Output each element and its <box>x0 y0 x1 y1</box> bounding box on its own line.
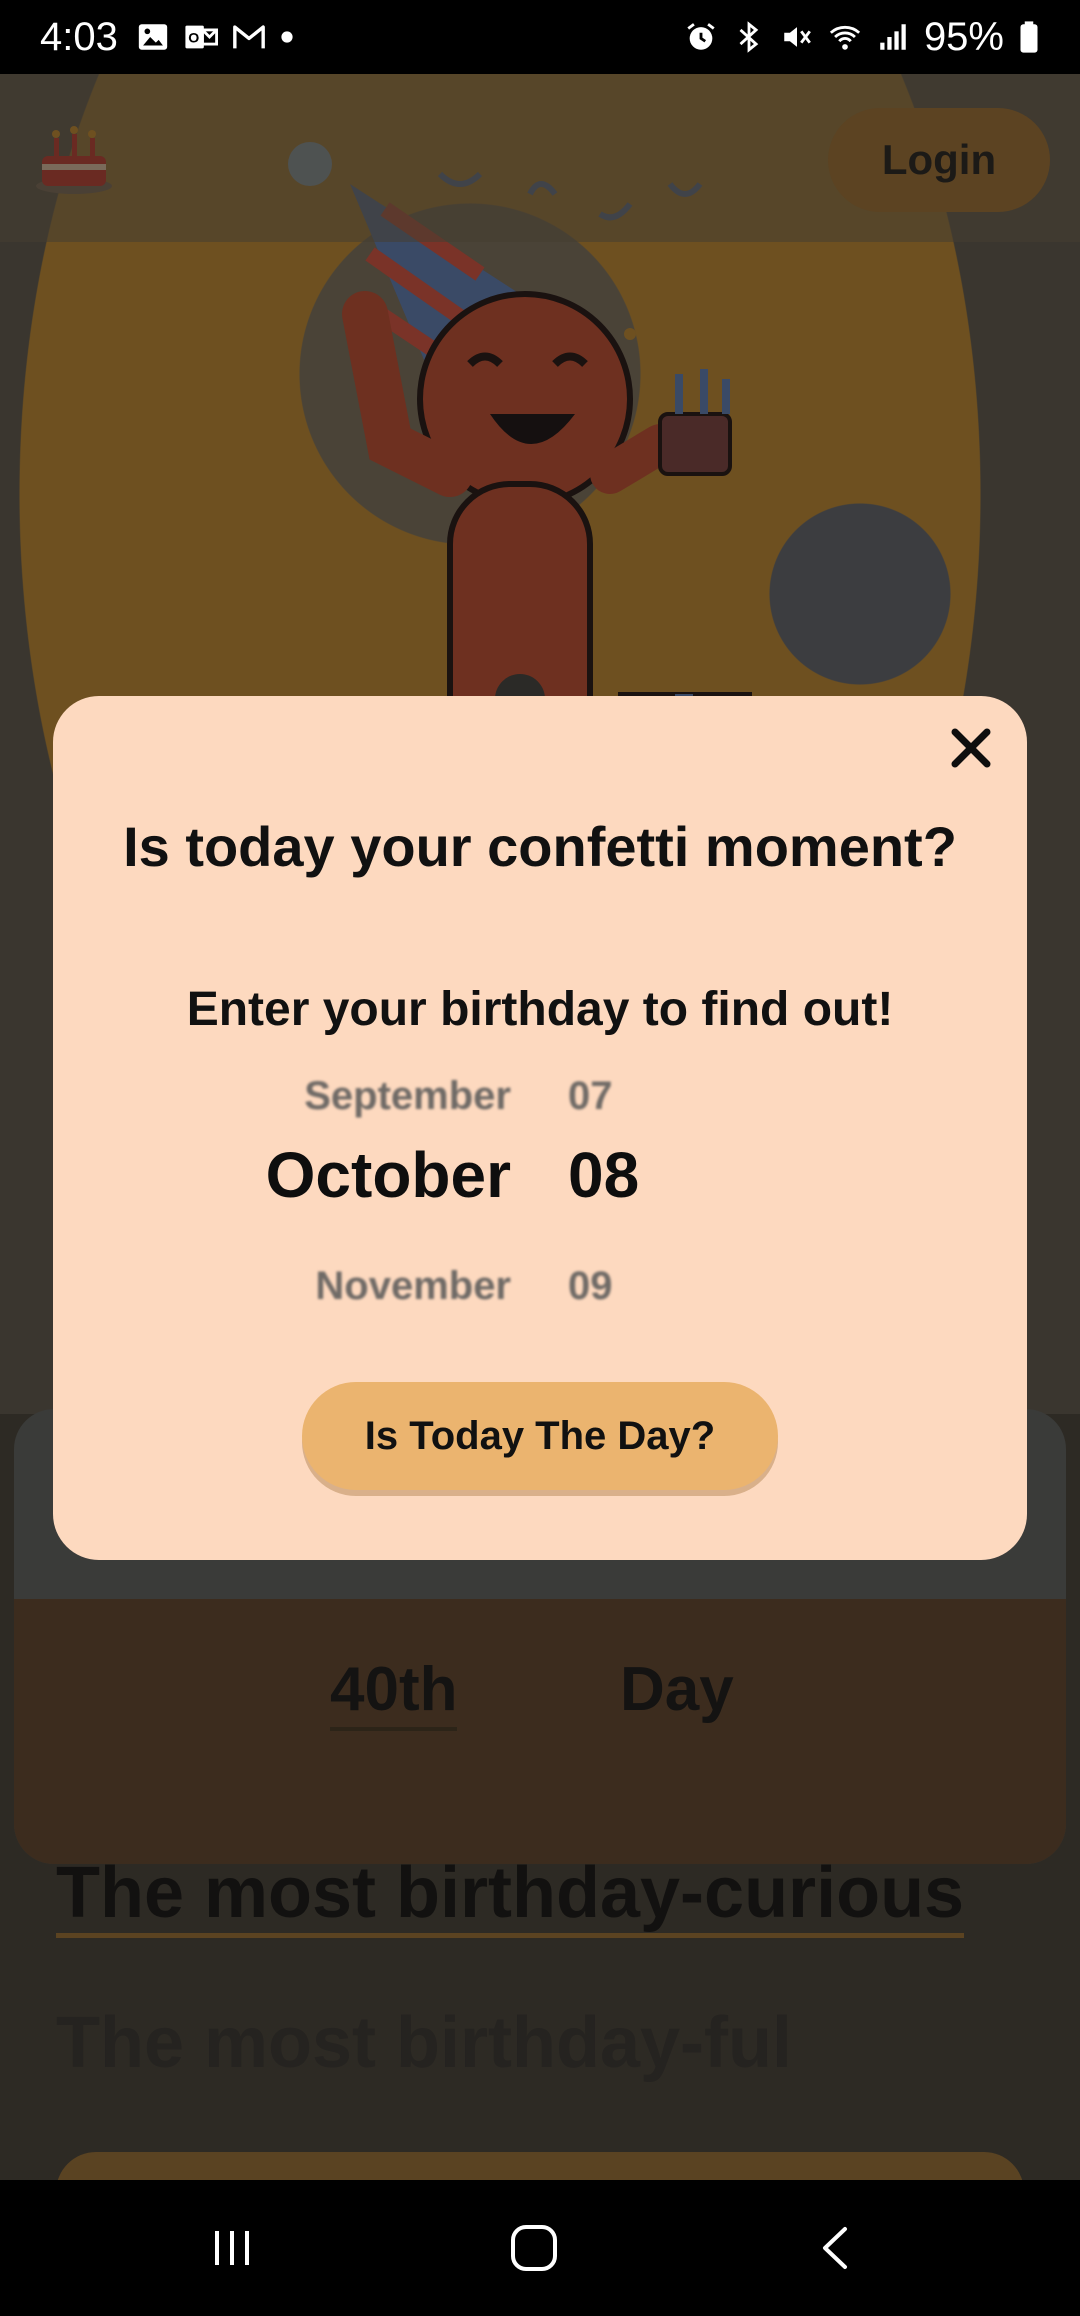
month-option-selected[interactable]: October <box>266 1138 511 1212</box>
day-option-selected[interactable]: 08 <box>568 1138 639 1212</box>
is-today-the-day-button[interactable]: Is Today The Day? <box>302 1382 778 1490</box>
outlook-icon: O <box>185 25 218 49</box>
birthday-modal: Is today your confetti moment? Enter you… <box>53 696 1027 1560</box>
bluetooth-icon <box>739 21 759 53</box>
status-time: 4:03 <box>40 14 118 59</box>
home-icon <box>511 2225 557 2271</box>
birthday-cake-icon[interactable] <box>32 116 116 200</box>
day-option-next[interactable]: 09 <box>568 1264 613 1309</box>
status-bar: 4:03 O 95% <box>0 0 1080 74</box>
battery-percent: 95% <box>923 14 1004 59</box>
bottom-card <box>56 2152 1024 2180</box>
status-right: 95% <box>684 15 1040 60</box>
back-icon <box>823 2227 847 2269</box>
status-left-icons: O <box>136 20 294 54</box>
day-option-prev[interactable]: 07 <box>568 1074 613 1119</box>
wifi-icon <box>829 25 861 50</box>
modal-subtitle: Enter your birthday to find out! <box>186 983 894 1036</box>
age-counter-card-lower <box>14 1599 1066 1864</box>
alarm-icon <box>687 23 715 50</box>
battery-icon <box>1020 21 1038 53</box>
close-button[interactable] <box>941 718 1001 778</box>
gmail-icon <box>232 25 265 49</box>
recents-icon <box>215 2231 249 2265</box>
close-icon <box>951 728 991 768</box>
recents-button[interactable] <box>202 2218 262 2278</box>
headline-birthday-ful: The most birthday-ful <box>56 2003 792 2083</box>
notification-dot-icon <box>281 31 293 43</box>
month-option-next[interactable]: November <box>315 1264 511 1309</box>
system-nav-bar <box>0 2180 1080 2316</box>
signal-icon <box>880 24 906 50</box>
month-option-prev[interactable]: September <box>304 1074 511 1119</box>
back-button[interactable] <box>806 2218 866 2278</box>
home-button[interactable] <box>504 2218 564 2278</box>
birthday-picker[interactable]: September October November 07 08 09 <box>53 1056 1027 1308</box>
counter-unit: Day <box>620 1655 734 1724</box>
counter-ordinal[interactable]: 40th <box>330 1654 458 1731</box>
app-header: Login <box>0 74 1080 242</box>
modal-title: Is today your confetti moment? <box>123 815 957 878</box>
gallery-icon <box>138 24 168 50</box>
headline-birthday-curious[interactable]: The most birthday-curious <box>56 1853 965 1939</box>
mute-icon <box>784 27 811 47</box>
login-button[interactable]: Login <box>828 108 1050 212</box>
svg-text:O: O <box>188 31 199 47</box>
